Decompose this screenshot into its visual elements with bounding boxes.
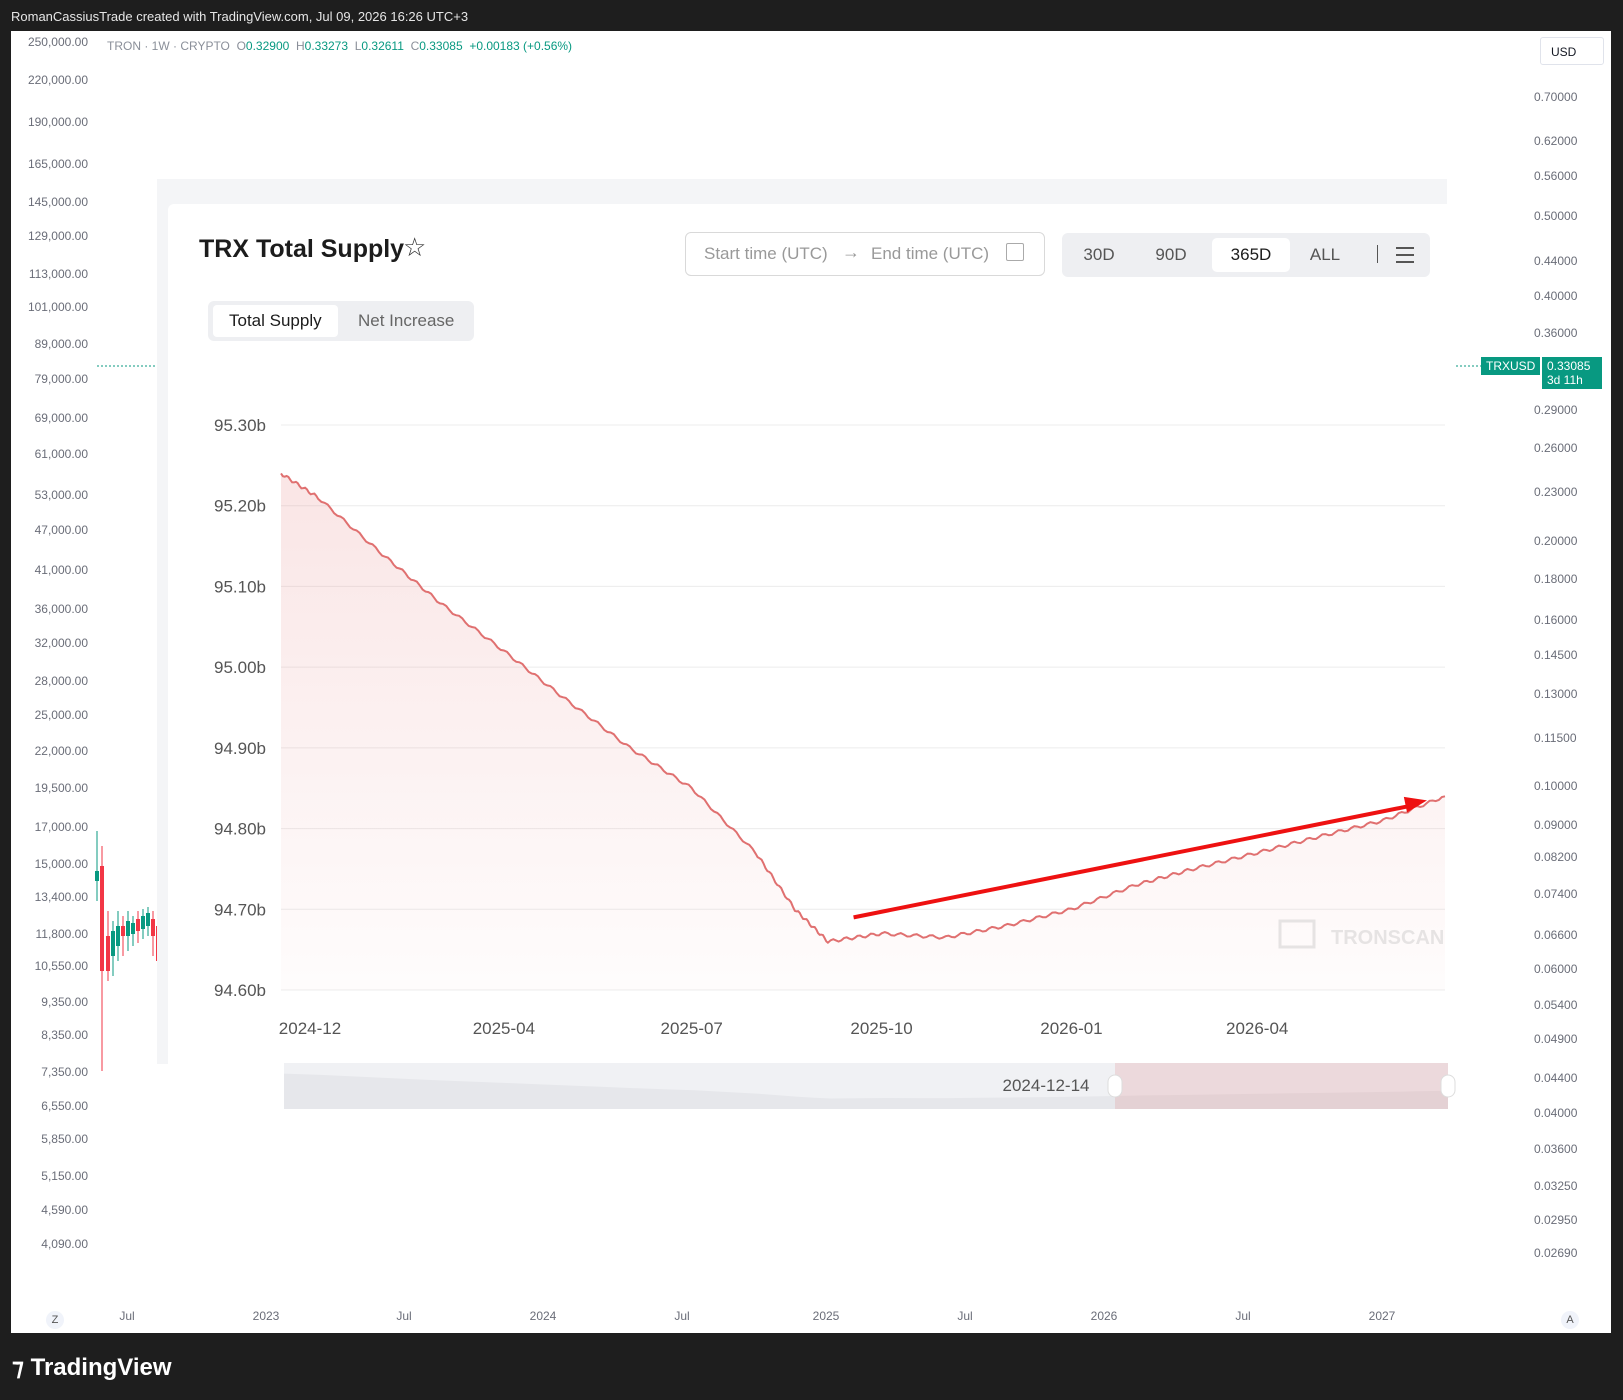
tab-total-supply[interactable]: Total Supply [213,305,338,337]
range-selector: 30D 90D 365D ALL [1062,233,1430,277]
date-range-picker[interactable]: Start time (UTC) → End time (UTC) [685,232,1045,276]
time-axis-label: 2026 [1090,1309,1118,1323]
calendar-icon[interactable] [1006,243,1024,261]
star-icon[interactable]: ☆ [403,232,426,263]
time-axis-label: Jul [674,1309,690,1323]
tradingview-logo: ⁊ TradingView [12,1353,172,1382]
arrow-right-icon: → [842,242,860,262]
time-axis-label: Jul [119,1309,135,1323]
price-tag-price: 0.33085 [1547,359,1591,373]
brand-text: TradingView [30,1354,172,1381]
time-axis-label: 2025 [812,1309,840,1323]
time-axis-label: 2023 [252,1309,280,1323]
card-title: TRX Total Supply [199,235,405,263]
menu-icon[interactable] [1396,247,1414,263]
time-axis-label: 2027 [1368,1309,1396,1323]
candlestick-series [95,831,160,1071]
metric-tabs: Total Supply Net Increase [208,301,474,341]
candle-body [116,926,120,946]
tradingview-logo-icon: ⁊ [12,1354,24,1381]
end-time-placeholder[interactable]: End time (UTC) [871,244,989,264]
candle-body [151,919,155,936]
range-30d-button[interactable]: 30D [1072,238,1126,272]
candle-body [100,866,104,971]
candle-body [95,871,99,881]
candle-body [141,916,145,929]
candle-body [111,931,115,956]
candle-body [136,919,140,931]
time-axis-label: 2024 [529,1309,557,1323]
candle-body [121,926,125,936]
start-time-placeholder[interactable]: Start time (UTC) [704,244,828,264]
range-all-button[interactable]: ALL [1298,238,1352,272]
candle-body [131,923,135,934]
price-tag-value: 0.33085 3d 11h [1542,357,1602,389]
candle-body [126,921,130,936]
attribution-text: RomanCassiusTrade created with TradingVi… [11,9,469,24]
tab-net-increase[interactable]: Net Increase [358,305,454,337]
price-tag-countdown: 3d 11h [1547,373,1583,387]
price-tag-symbol: TRXUSD [1481,357,1541,375]
time-axis-label: Jul [1235,1309,1251,1323]
divider [1377,245,1378,263]
range-90d-button[interactable]: 90D [1144,238,1198,272]
candle-body [106,936,110,971]
time-axis-label: Jul [957,1309,973,1323]
auto-scale-right-button[interactable]: A [1561,1311,1579,1329]
auto-scale-left-button[interactable]: Z [46,1311,64,1329]
candle-body [146,913,150,926]
range-365d-button[interactable]: 365D [1212,238,1290,272]
tronscan-card [168,204,1447,1304]
time-axis-label: Jul [396,1309,412,1323]
